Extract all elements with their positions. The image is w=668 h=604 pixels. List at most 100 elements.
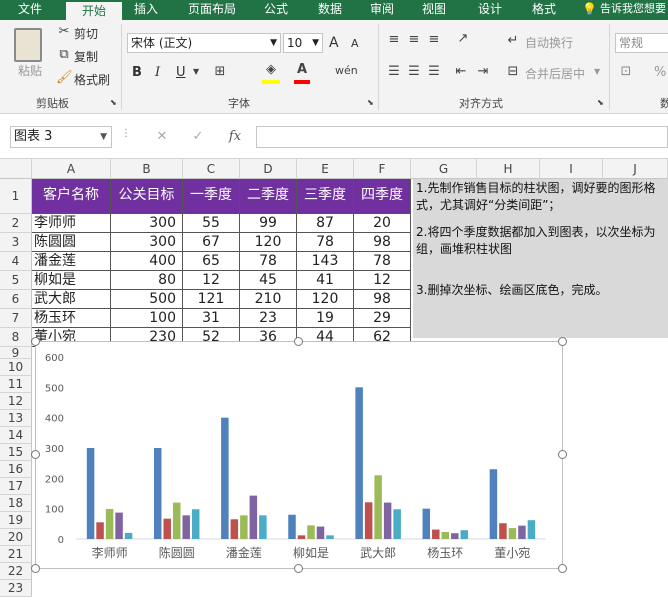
- chart-bar[interactable]: [105, 508, 114, 539]
- tab-insert[interactable]: 插入: [126, 0, 166, 20]
- row-header[interactable]: 18: [0, 495, 32, 512]
- table-cell[interactable]: 400: [111, 252, 183, 271]
- table-cell[interactable]: 19: [297, 309, 354, 328]
- chart-bar[interactable]: [518, 525, 526, 539]
- chart-bar[interactable]: [527, 520, 536, 539]
- row-header[interactable]: 2: [0, 214, 32, 233]
- tab-formulas[interactable]: 公式: [256, 0, 296, 20]
- tab-file[interactable]: 文件: [8, 0, 52, 20]
- tab-design[interactable]: 设计: [468, 0, 512, 20]
- table-cell[interactable]: 柳如是: [32, 271, 111, 290]
- chart-bar[interactable]: [259, 515, 267, 539]
- tab-review[interactable]: 审阅: [362, 0, 402, 20]
- orientation-icon[interactable]: ↗: [452, 31, 474, 46]
- row-header[interactable]: 1: [0, 179, 32, 214]
- table-cell[interactable]: 87: [297, 214, 354, 233]
- chart-bar[interactable]: [432, 529, 440, 539]
- cut-button[interactable]: 剪切: [74, 25, 98, 42]
- row-header[interactable]: 5: [0, 271, 32, 290]
- align-top-icon[interactable]: ≡: [385, 32, 403, 47]
- row-header[interactable]: 10: [0, 359, 32, 376]
- table-cell[interactable]: 80: [111, 271, 183, 290]
- row-header[interactable]: 19: [0, 512, 32, 529]
- column-header[interactable]: J: [603, 159, 668, 179]
- table-header-cell[interactable]: 一季度: [183, 179, 240, 214]
- wrap-text-icon[interactable]: ↵: [505, 33, 521, 48]
- scissors-icon[interactable]: ✂: [56, 24, 72, 39]
- chart-bar[interactable]: [451, 533, 459, 539]
- table-cell[interactable]: 99: [240, 214, 297, 233]
- table-header-cell[interactable]: 三季度: [297, 179, 354, 214]
- column-header[interactable]: F: [354, 159, 411, 179]
- dialog-launcher-icon[interactable]: ⬊: [367, 98, 374, 107]
- chart-bar[interactable]: [153, 448, 162, 539]
- column-header[interactable]: A: [32, 159, 111, 179]
- format-painter-icon[interactable]: 🖌: [56, 70, 73, 85]
- increase-indent-icon[interactable]: ⇥: [474, 64, 492, 79]
- chart-bar[interactable]: [499, 523, 507, 539]
- chart-bar[interactable]: [182, 515, 190, 539]
- chart-bar[interactable]: [364, 502, 373, 539]
- tab-view[interactable]: 视图: [414, 0, 454, 20]
- chart-bar[interactable]: [96, 522, 104, 539]
- merge-center-button[interactable]: 合并后居中: [525, 65, 585, 82]
- select-all-corner[interactable]: [0, 159, 32, 179]
- row-header[interactable]: 11: [0, 376, 32, 393]
- resize-handle[interactable]: [31, 337, 40, 346]
- resize-handle[interactable]: [558, 564, 567, 573]
- row-header[interactable]: 22: [0, 563, 32, 580]
- chart-bar[interactable]: [297, 535, 306, 539]
- column-header[interactable]: D: [240, 159, 297, 179]
- align-middle-icon[interactable]: ≡: [405, 32, 423, 47]
- table-cell[interactable]: 78: [354, 252, 411, 271]
- table-cell[interactable]: 98: [354, 233, 411, 252]
- column-header[interactable]: I: [540, 159, 603, 179]
- cancel-icon[interactable]: ✕: [152, 129, 172, 144]
- table-cell[interactable]: 98: [354, 290, 411, 309]
- table-header-cell[interactable]: 公关目标: [111, 179, 183, 214]
- chart-bar[interactable]: [489, 469, 498, 539]
- chart-bar[interactable]: [124, 532, 133, 539]
- table-cell[interactable]: 300: [111, 233, 183, 252]
- tab-page-layout[interactable]: 页面布局: [176, 0, 248, 20]
- dialog-launcher-icon[interactable]: ⬊: [110, 98, 117, 107]
- row-header[interactable]: 20: [0, 529, 32, 546]
- row-header[interactable]: 17: [0, 478, 32, 495]
- row-header[interactable]: 3: [0, 233, 32, 252]
- table-cell[interactable]: 41: [297, 271, 354, 290]
- table-cell[interactable]: 120: [297, 290, 354, 309]
- table-cell[interactable]: 300: [111, 214, 183, 233]
- row-header[interactable]: 14: [0, 427, 32, 444]
- tab-data[interactable]: 数据: [310, 0, 350, 20]
- table-cell[interactable]: 121: [183, 290, 240, 309]
- borders-icon[interactable]: ⊞: [210, 64, 230, 79]
- row-header[interactable]: 16: [0, 461, 32, 478]
- chart-bar[interactable]: [355, 387, 363, 539]
- table-cell[interactable]: 29: [354, 309, 411, 328]
- table-cell[interactable]: 12: [354, 271, 411, 290]
- note-step-2[interactable]: 2.将四个季度数据都加入到图表，以次坐标为组，画堆积柱状图: [413, 223, 668, 281]
- chart-bar[interactable]: [230, 519, 239, 539]
- currency-icon[interactable]: ⊡: [617, 64, 635, 79]
- chart-bar[interactable]: [240, 515, 248, 539]
- phonetic-icon[interactable]: wén: [335, 64, 358, 77]
- chart-bar[interactable]: [374, 475, 382, 539]
- font-color-icon[interactable]: A: [294, 62, 310, 77]
- table-cell[interactable]: 500: [111, 290, 183, 309]
- resize-handle[interactable]: [558, 450, 567, 459]
- row-header[interactable]: 7: [0, 309, 32, 328]
- table-cell[interactable]: 武大郎: [32, 290, 111, 309]
- row-header[interactable]: 8: [0, 328, 32, 347]
- chart-bar[interactable]: [383, 502, 392, 539]
- italic-button[interactable]: I: [155, 65, 160, 80]
- number-format-select[interactable]: 常规: [615, 33, 668, 53]
- chart-bar[interactable]: [86, 448, 95, 539]
- chart-bar[interactable]: [307, 525, 315, 539]
- format-painter-button[interactable]: 格式刷: [74, 71, 110, 88]
- chart-bar[interactable]: [115, 512, 123, 539]
- table-cell[interactable]: 100: [111, 309, 183, 328]
- grow-font-button[interactable]: A: [329, 35, 339, 51]
- table-cell[interactable]: 潘金莲: [32, 252, 111, 271]
- tab-format[interactable]: 格式: [522, 0, 566, 20]
- enter-icon[interactable]: ✓: [188, 129, 208, 144]
